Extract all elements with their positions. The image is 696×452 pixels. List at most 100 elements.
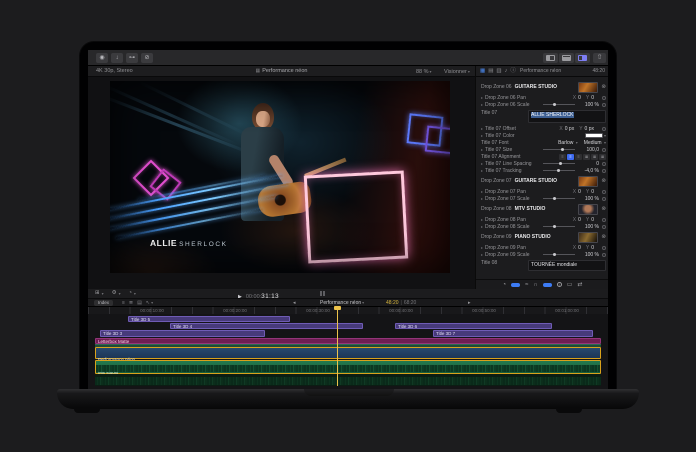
slider-thumb[interactable]: [559, 162, 562, 165]
y-value[interactable]: 0: [591, 189, 594, 195]
x-value[interactable]: 0 px: [565, 126, 574, 132]
import-icon[interactable]: ↓: [111, 53, 123, 63]
slider-thumb[interactable]: [561, 148, 564, 151]
inspector-row-drop-zone-06-pan[interactable]: ▸ Drop Zone 06 Pan X 0 Y 0: [481, 94, 606, 101]
align-center-icon[interactable]: ≡: [567, 154, 574, 160]
playhead-handle[interactable]: [334, 306, 341, 310]
clip-title-3d-6[interactable]: Title 3D 6: [395, 323, 552, 329]
reset-icon[interactable]: [602, 253, 606, 257]
info-icon[interactable]: i: [557, 282, 562, 287]
inspector-row-title-07-tracking[interactable]: ▸ Title 07 Tracking -4,0 %: [481, 167, 606, 174]
slider-value[interactable]: 100 %: [575, 224, 599, 230]
inspector-row-title-07-line-spacing[interactable]: ▸ Title 07 Line Spacing 0: [481, 160, 606, 167]
slider-track[interactable]: [543, 163, 575, 164]
justify-left-icon[interactable]: ≣: [583, 154, 590, 160]
clip-title-3d-5[interactable]: Title 3D 5: [128, 316, 290, 322]
inspector-row-drop-zone-08-pan[interactable]: ▸ Drop Zone 08 Pan X 0 Y 0: [481, 216, 606, 223]
timeline-toggle-button[interactable]: [559, 53, 574, 63]
dropzone-thumbnail[interactable]: [578, 204, 598, 215]
inspector-row-title-07-size[interactable]: ▸ Title 07 Size 100,0: [481, 146, 606, 153]
reset-icon[interactable]: [602, 197, 606, 201]
inspector-row-drop-zone-09[interactable]: Drop Zone 09 PIANO STUDIO ⊗: [481, 230, 606, 244]
slider-thumb[interactable]: [557, 169, 560, 172]
reset-icon[interactable]: [602, 225, 606, 229]
reset-icon[interactable]: [602, 218, 606, 222]
slider-track[interactable]: [543, 254, 575, 255]
dropzone-thumbnail[interactable]: [578, 232, 598, 243]
inspector-row-drop-zone-07-pan[interactable]: ▸ Drop Zone 07 Pan X 0 Y 0: [481, 188, 606, 195]
expand-icon[interactable]: ⇄: [577, 281, 582, 288]
inspector-row-drop-zone-06-scale[interactable]: ▸ Drop Zone 06 Scale 100 %: [481, 101, 606, 108]
inspector-row-title-07-offset[interactable]: ▸ Title 07 Offset X 0 px Y 0 px: [481, 125, 606, 132]
clear-dropzone-icon[interactable]: ⊗: [601, 84, 606, 90]
slider-value[interactable]: 100,0: [575, 147, 599, 153]
align-right-icon[interactable]: ≡: [575, 154, 582, 160]
slider-value[interactable]: 100 %: [575, 102, 599, 108]
clip-title-3d-7[interactable]: Title 3D 7: [433, 330, 593, 337]
slider-track[interactable]: [543, 198, 575, 199]
align-left-icon[interactable]: ≡: [559, 154, 566, 160]
reset-icon[interactable]: [602, 169, 606, 173]
justify-right-icon[interactable]: ≣: [599, 154, 606, 160]
slider-thumb[interactable]: [553, 253, 556, 256]
slider-thumb[interactable]: [553, 197, 556, 200]
reset-icon[interactable]: [602, 162, 606, 166]
slider-track[interactable]: [543, 149, 575, 150]
inspector-row-drop-zone-09-pan[interactable]: ▸ Drop Zone 09 Pan X 0 Y 0: [481, 244, 606, 251]
playhead[interactable]: [337, 306, 338, 386]
inspector-row-drop-zone-07-scale[interactable]: ▸ Drop Zone 07 Scale 100 %: [481, 195, 606, 202]
inspector-row-drop-zone-08[interactable]: Drop Zone 08 MTV STUDIO ⊗: [481, 202, 606, 216]
font-weight-menu[interactable]: Medium ▾: [584, 140, 606, 146]
effects-browser-icon[interactable]: [511, 283, 520, 287]
audio-inspector-tab[interactable]: ♪: [505, 66, 508, 77]
clear-dropzone-icon[interactable]: ⊗: [601, 178, 606, 184]
slider-value[interactable]: -4,0 %: [575, 168, 599, 174]
tools-menu[interactable]: ⚙▾: [112, 289, 121, 298]
color-inspector-tab[interactable]: ▤: [488, 66, 493, 77]
reset-icon[interactable]: [602, 127, 606, 131]
clip-title-3d-4[interactable]: Title 3D 4: [170, 323, 363, 329]
slider-track[interactable]: [543, 104, 575, 105]
headphones-icon[interactable]: ∩: [533, 282, 537, 288]
x-value[interactable]: 0: [578, 189, 581, 195]
slider-value[interactable]: 0: [575, 161, 599, 167]
record-icon[interactable]: ◉: [96, 53, 108, 63]
clear-dropzone-icon[interactable]: ⊗: [601, 234, 606, 240]
inspector-row-title-07-font[interactable]: Title 07 Font Barlow ▾ Medium ▾: [481, 139, 606, 146]
slider-track[interactable]: [543, 226, 575, 227]
slider-value[interactable]: 100 %: [575, 196, 599, 202]
text-input[interactable]: TOURNÉE mondiale: [528, 260, 606, 271]
slider-track[interactable]: [543, 170, 575, 171]
inspector-row-title-08[interactable]: Title 08 TOURNÉE mondiale: [481, 258, 606, 273]
reset-icon[interactable]: [602, 148, 606, 152]
video-canvas[interactable]: ALLIESHERLOCK: [110, 81, 450, 273]
inspector-row-drop-zone-06[interactable]: Drop Zone 06 GUITARE STUDIO ⊗: [481, 80, 606, 94]
clip-title-3d-3[interactable]: Title 3D 3: [100, 330, 265, 337]
slider-value[interactable]: 100 %: [575, 252, 599, 258]
clear-dropzone-icon[interactable]: ⊗: [601, 206, 606, 212]
y-value[interactable]: 0: [591, 217, 594, 223]
x-value[interactable]: 0: [578, 95, 581, 101]
inspector-row-drop-zone-07[interactable]: Drop Zone 07 GUITARE STUDIO ⊗: [481, 174, 606, 188]
audio-clip[interactable]: Mix studio: [95, 360, 601, 374]
inspector-row-drop-zone-08-scale[interactable]: ▸ Drop Zone 08 Scale 100 %: [481, 223, 606, 230]
retime-menu[interactable]: ◔▾: [129, 289, 136, 298]
reset-icon[interactable]: [602, 190, 606, 194]
slider-thumb[interactable]: [553, 225, 556, 228]
text-input[interactable]: ALLIE SHERLOCK: [528, 110, 606, 123]
clip-appearance-menu[interactable]: ⊞▾: [95, 289, 104, 298]
timeline-ruler[interactable]: 00:00:10:0000:00:20:0000:00:30:0000:00:4…: [88, 306, 608, 314]
slider-thumb[interactable]: [553, 103, 556, 106]
y-value[interactable]: 0 px: [585, 126, 594, 132]
generator-inspector-tab[interactable]: ▥: [496, 66, 501, 77]
inspector-row-drop-zone-09-scale[interactable]: ▸ Drop Zone 09 Scale 100 %: [481, 251, 606, 258]
retime-icon[interactable]: ◔: [503, 282, 507, 288]
inspector-row-title-07-alignment[interactable]: Title 07 Alignment ≡ ≡ ≡ ≣ ≣ ≣: [481, 153, 606, 160]
font-family-menu[interactable]: Barlow ▾: [558, 140, 578, 146]
dropzone-thumbnail[interactable]: [578, 82, 598, 93]
reset-icon[interactable]: [602, 96, 606, 100]
y-value[interactable]: 0: [591, 95, 594, 101]
audio-enhancements-icon[interactable]: ≈: [525, 282, 528, 288]
dropzone-thumbnail[interactable]: [578, 176, 598, 187]
info-inspector-tab[interactable]: ⓘ: [510, 66, 516, 77]
